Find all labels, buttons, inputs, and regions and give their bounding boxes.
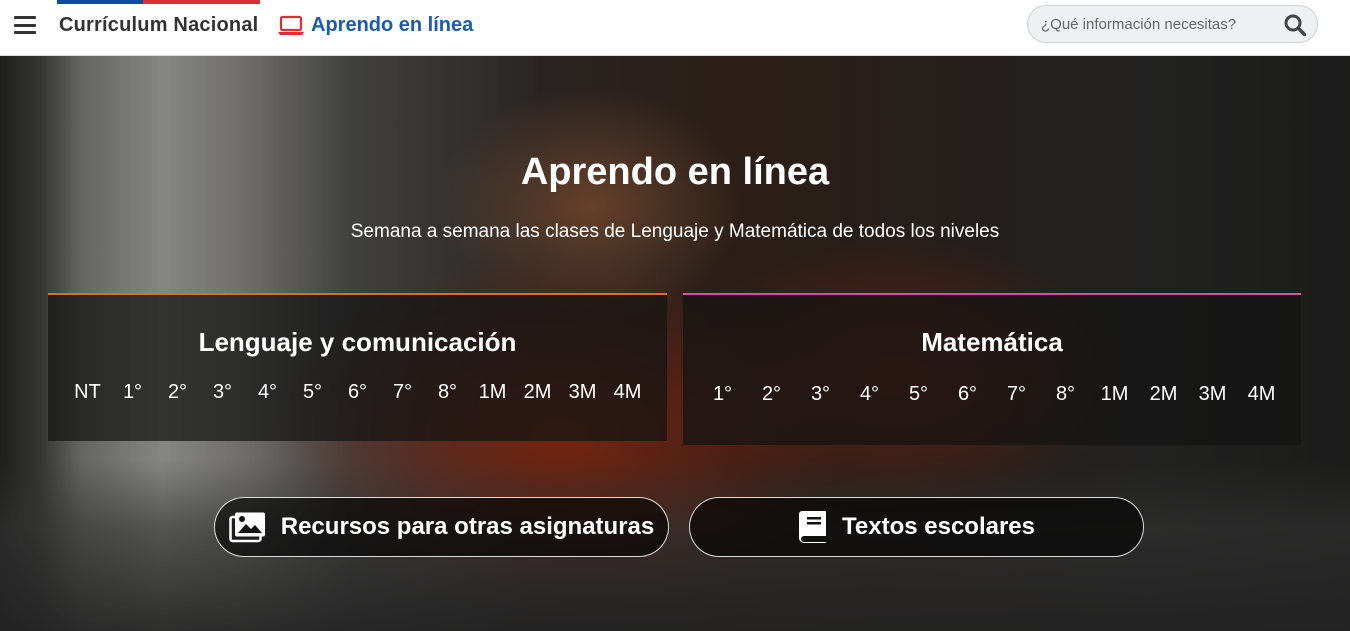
lenguaje-card-title[interactable]: Lenguaje y comunicación	[48, 327, 667, 358]
lenguaje-level-link[interactable]: 5°	[290, 381, 335, 404]
recursos-otras-asignaturas-button[interactable]: Recursos para otras asignaturas	[214, 497, 669, 557]
lenguaje-level-link[interactable]: NT	[65, 381, 110, 404]
search-box	[1027, 5, 1318, 43]
lenguaje-level-link[interactable]: 1°	[110, 381, 155, 404]
matematica-level-link[interactable]: 3°	[796, 383, 845, 406]
lenguaje-level-link[interactable]: 8°	[425, 381, 470, 404]
matematica-card-title[interactable]: Matemática	[683, 327, 1301, 358]
lenguaje-level-link[interactable]: 7°	[380, 381, 425, 404]
matematica-level-link[interactable]: 2M	[1139, 383, 1188, 406]
hamburger-menu-icon[interactable]	[14, 16, 36, 34]
matematica-level-link[interactable]: 4°	[845, 383, 894, 406]
book-icon	[799, 511, 826, 543]
matematica-card: Matemática 1° 2° 3° 4° 5° 6° 7° 8° 1M 2M…	[683, 293, 1301, 445]
textos-escolares-button[interactable]: Textos escolares	[689, 497, 1144, 557]
top-header: Currículum Nacional Aprendo en línea	[0, 0, 1350, 56]
matematica-level-link[interactable]: 2°	[747, 383, 796, 406]
lenguaje-level-link[interactable]: 2°	[155, 381, 200, 404]
matematica-level-link[interactable]: 3M	[1188, 383, 1237, 406]
aprendo-en-linea-link[interactable]: Aprendo en línea	[277, 14, 473, 37]
images-icon	[229, 512, 265, 543]
lenguaje-level-link[interactable]: 4°	[245, 381, 290, 404]
matematica-level-link[interactable]: 1°	[698, 383, 747, 406]
hero-banner: Aprendo en línea Semana a semana las cla…	[0, 56, 1350, 631]
lenguaje-level-link[interactable]: 1M	[470, 381, 515, 404]
lenguaje-level-link[interactable]: 3°	[200, 381, 245, 404]
search-input[interactable]	[1028, 15, 1268, 33]
matematica-level-link[interactable]: 8°	[1041, 383, 1090, 406]
matematica-level-link[interactable]: 7°	[992, 383, 1041, 406]
lenguaje-card: Lenguaje y comunicación NT 1° 2° 3° 4° 5…	[48, 293, 667, 441]
lenguaje-level-link[interactable]: 3M	[560, 381, 605, 404]
hero-title: Aprendo en línea	[520, 151, 830, 193]
recursos-button-label: Recursos para otras asignaturas	[280, 513, 655, 540]
lenguaje-levels: NT 1° 2° 3° 4° 5° 6° 7° 8° 1M 2M 3M 4M	[48, 381, 667, 404]
laptop-icon	[278, 15, 304, 35]
lenguaje-level-link[interactable]: 4M	[605, 381, 650, 404]
search-icon[interactable]	[1283, 13, 1307, 37]
flag-bar	[57, 0, 260, 4]
matematica-level-link[interactable]: 6°	[943, 383, 992, 406]
hero-subtitle: Semana a semana las clases de Lenguaje y…	[350, 221, 1000, 242]
aprendo-link-label: Aprendo en línea	[311, 14, 474, 36]
matematica-level-link[interactable]: 5°	[894, 383, 943, 406]
matematica-levels: 1° 2° 3° 4° 5° 6° 7° 8° 1M 2M 3M 4M	[683, 383, 1301, 406]
lenguaje-level-link[interactable]: 2M	[515, 381, 560, 404]
lenguaje-level-link[interactable]: 6°	[335, 381, 380, 404]
brand-title[interactable]: Currículum Nacional	[59, 14, 258, 37]
textos-button-label: Textos escolares	[842, 513, 1035, 540]
matematica-level-link[interactable]: 1M	[1090, 383, 1139, 406]
matematica-level-link[interactable]: 4M	[1237, 383, 1286, 406]
